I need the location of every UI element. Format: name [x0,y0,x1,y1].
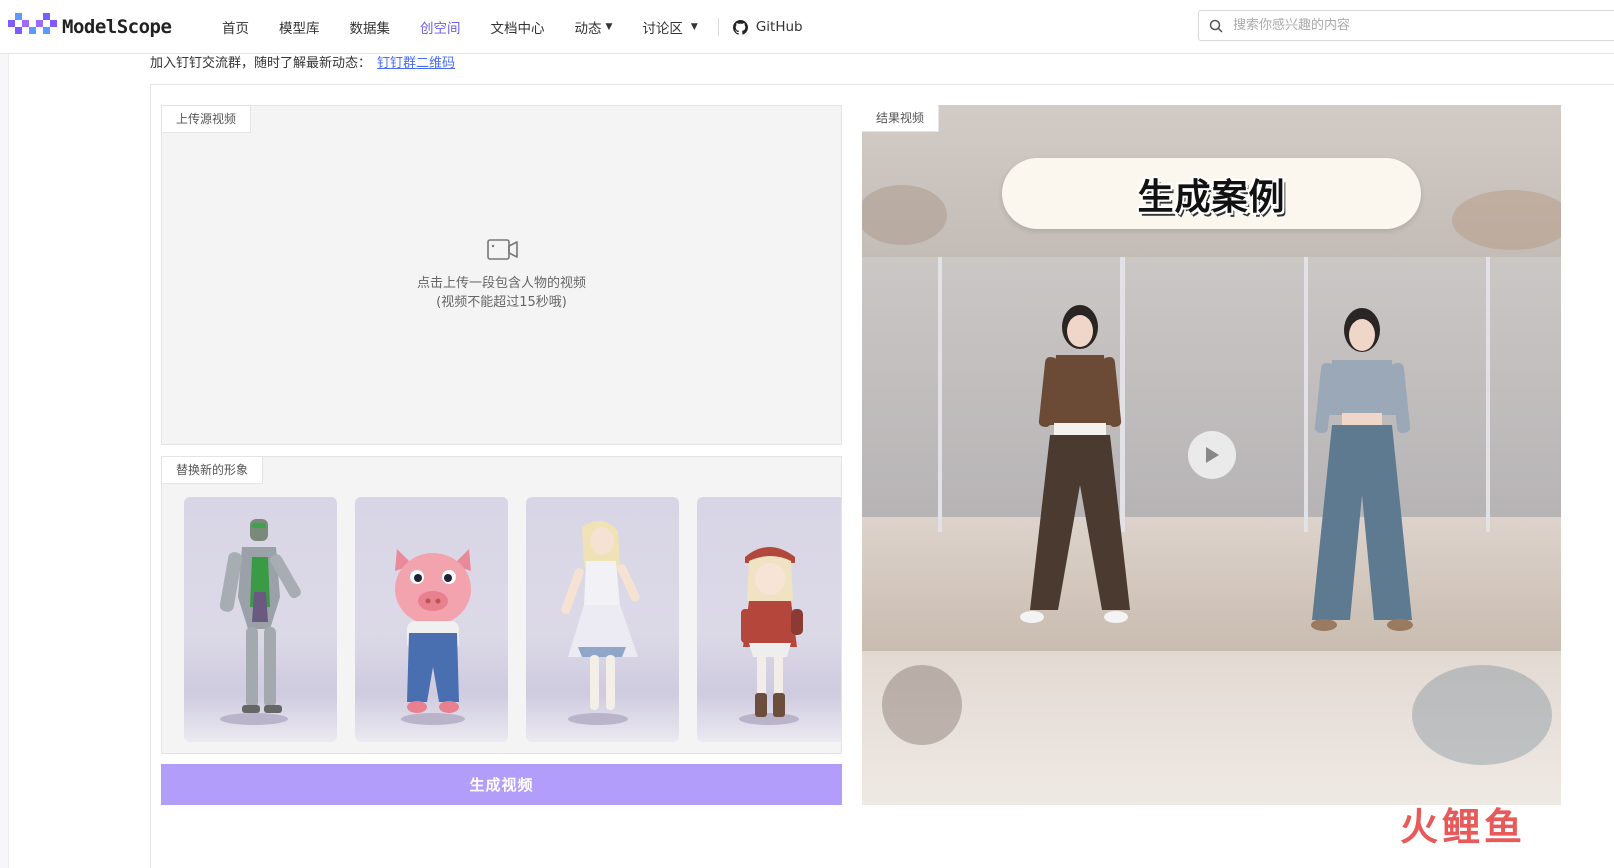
dingtalk-info: 加入钉钉交流群，随时了解最新动态： 钉钉群二维码 [150,52,455,71]
upload-hint-line2: (视频不能超过15秒哦) [436,295,567,310]
character-card-robot[interactable] [184,497,337,742]
content-left-border [150,84,151,868]
result-video-panel[interactable]: 生成案例 结果视频 [862,105,1561,805]
example-banner: 生成案例 [1002,158,1421,229]
nav-models-label: 模型库 [279,21,320,37]
nav-home-label: 首页 [222,21,249,37]
upload-video-tag: 上传源视频 [162,106,252,133]
dingtalk-qr-link[interactable]: 钉钉群二维码 [377,56,455,71]
upload-hint-line1: 点击上传一段包含人物的视频 [416,276,586,291]
nav-docs[interactable]: 文档中心 [491,17,545,37]
nav-discussion-label: 讨论区 [642,21,683,37]
play-button[interactable] [1188,431,1236,479]
main-nav: 首页 模型库 数据集 创空间 文档中心 动态 ▼ 讨论区 ▼ GitHub [222,0,803,54]
dingtalk-info-text: 加入钉钉交流群，随时了解最新动态： [150,56,372,71]
search-icon [1209,19,1223,33]
nav-models[interactable]: 模型库 [279,17,320,37]
generate-video-button[interactable]: 生成视频 [161,764,842,805]
search-box[interactable] [1198,10,1614,41]
character-list [184,497,841,742]
divider [150,84,1614,85]
nav-divider [717,18,719,36]
character-card-pig[interactable] [355,497,508,742]
nav-news[interactable]: 动态 ▼ [575,17,613,37]
white-dress-character-image [561,520,640,725]
example-banner-text: 生成案例 [1137,176,1286,218]
logo-text: ModelScope [62,16,172,38]
nav-studios[interactable]: 创空间 [420,17,461,37]
watermark-logo: 火鲤鱼 [1400,796,1526,851]
character-card-girl-red[interactable] [697,497,841,742]
video-camera-icon [487,239,518,260]
nav-home[interactable]: 首页 [222,17,249,37]
nav-news-label: 动态 [574,21,602,37]
character-card-girl-white[interactable] [526,497,679,742]
caret-down-icon: ▼ [690,22,698,32]
top-navigation-bar: ModelScope 首页 模型库 数据集 创空间 文档中心 动态 ▼ 讨论区 ▼ … [0,0,1614,54]
pig-character-image [395,549,471,725]
nav-docs-label: 文档中心 [490,21,545,37]
result-video-tag: 结果视频 [862,105,940,132]
upload-video-panel[interactable]: 上传源视频 点击上传一段包含人物的视频 (视频不能超过15秒哦) [161,105,842,445]
red-outfit-character-image [739,547,803,725]
nav-datasets-label: 数据集 [349,21,391,37]
github-label: GitHub [755,19,803,35]
caret-down-icon: ▼ [605,22,613,32]
robot-character-image [219,519,301,725]
left-rail [0,54,9,868]
nav-discussion[interactable]: 讨论区 ▼ [642,17,697,37]
nav-studios-label: 创空间 [420,21,461,37]
search-input[interactable] [1231,17,1595,34]
watermark-text: 火鲤鱼 [1400,805,1527,849]
modelscope-logo[interactable]: ModelScope [8,12,172,42]
nav-github[interactable]: GitHub [732,19,803,35]
github-icon [732,19,748,35]
character-tag: 替换新的形象 [162,457,264,484]
modelscope-logo-icon [8,13,57,41]
nav-datasets[interactable]: 数据集 [350,17,391,37]
play-icon [1206,447,1219,463]
character-select-panel: 替换新的形象 [161,456,842,754]
